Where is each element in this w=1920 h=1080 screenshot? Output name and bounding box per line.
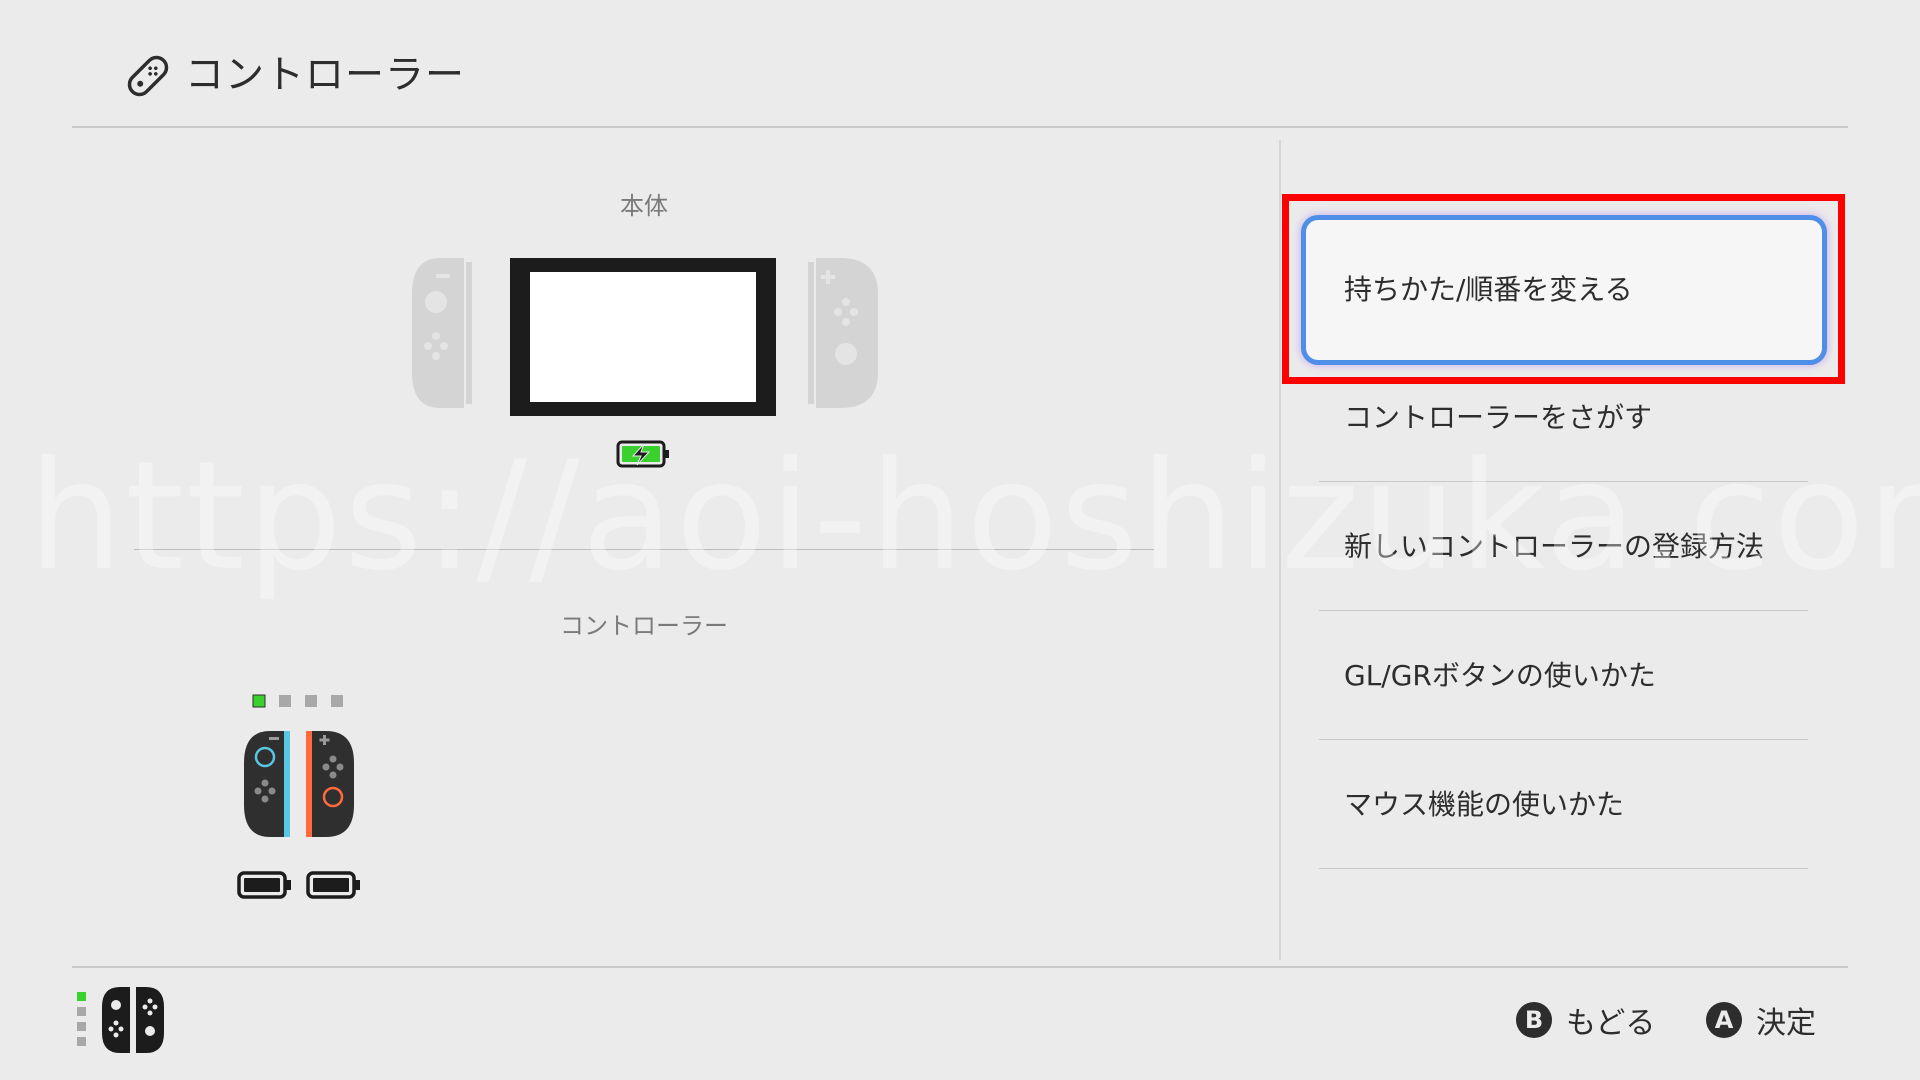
console-screen-icon	[510, 258, 776, 416]
controllers-section-label: コントローラー	[560, 612, 728, 640]
player-indicator-leds	[250, 693, 350, 713]
footer-joycon-icon	[100, 985, 166, 1055]
console-illustration	[400, 250, 890, 480]
confirm-button[interactable]: A 決定	[1706, 998, 1816, 1042]
page-title: コントローラー	[185, 53, 466, 98]
joycon-pair-icon[interactable]	[240, 725, 360, 845]
header-divider	[72, 126, 1848, 128]
menu-item-mouse-function[interactable]: マウス機能の使いかた	[1319, 741, 1808, 869]
footer-divider	[72, 966, 1848, 968]
footer-player-leds	[76, 990, 88, 1050]
confirm-label: 決定	[1756, 1006, 1816, 1041]
battery-charging-icon	[616, 440, 669, 468]
right-joycon-battery-icon	[306, 870, 362, 900]
menu-item-register-new-controller[interactable]: 新しいコントローラーの登録方法	[1319, 483, 1808, 611]
section-divider	[134, 549, 1154, 550]
detached-right-joycon-icon	[808, 258, 878, 408]
menu-item-find-controllers[interactable]: コントローラーをさがす	[1319, 354, 1808, 482]
a-button-icon: A	[1706, 1002, 1742, 1038]
back-label: もどる	[1566, 1006, 1656, 1041]
console-section-label: 本体	[620, 192, 668, 220]
left-joycon-battery-icon	[237, 870, 293, 900]
menu-item-gl-gr-buttons[interactable]: GL/GRボタンの使いかた	[1319, 612, 1808, 740]
controller-icon	[120, 48, 176, 104]
detached-left-joycon-icon	[412, 258, 472, 408]
b-button-icon: B	[1516, 1002, 1552, 1038]
back-button[interactable]: B もどる	[1516, 998, 1655, 1042]
column-divider	[1279, 140, 1281, 960]
